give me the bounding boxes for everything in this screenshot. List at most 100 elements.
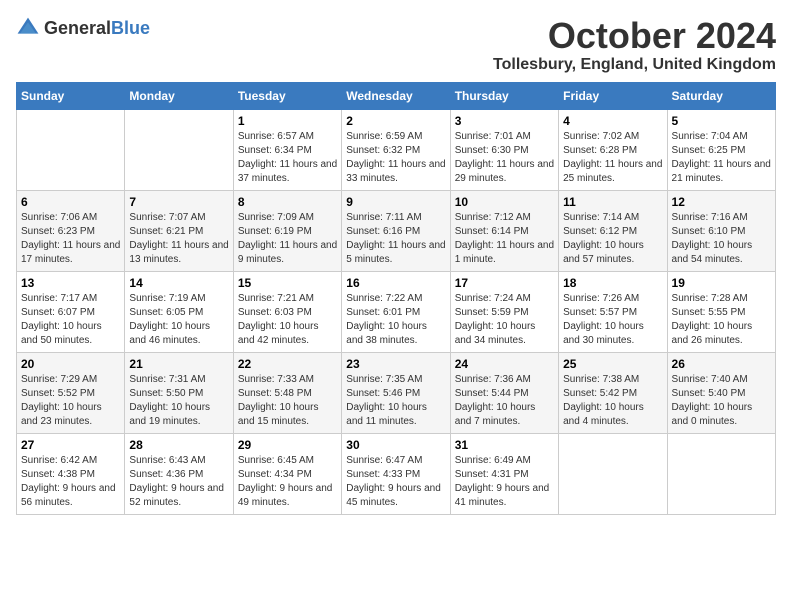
calendar-cell: 3Sunrise: 7:01 AM Sunset: 6:30 PM Daylig… — [450, 109, 558, 190]
calendar-cell — [125, 109, 233, 190]
day-info: Sunrise: 7:40 AM Sunset: 5:40 PM Dayligh… — [672, 373, 771, 429]
day-number: 17 — [455, 276, 554, 290]
calendar-cell: 11 Sunrise: 7:14 AM Sunset: 6:12 PM Dayli… — [559, 190, 667, 271]
calendar-cell: 9 Sunrise: 7:11 AM Sunset: 6:16 PM Daylig… — [342, 190, 450, 271]
day-number: 28 — [129, 438, 228, 452]
day-info: Sunrise: 6:59 AM Sunset: 6:32 PM Dayligh… — [346, 130, 445, 186]
logo-blue-text: Blue — [111, 18, 150, 38]
day-header-thursday: Thursday — [450, 82, 558, 109]
calendar-cell: 25 Sunrise: 7:38 AM Sunset: 5:42 PM Dayli… — [559, 352, 667, 433]
logo-icon — [16, 16, 40, 40]
calendar-cell: 24Sunrise: 7:36 AM Sunset: 5:44 PM Dayli… — [450, 352, 558, 433]
calendar-week-row: 27 Sunrise: 6:42 AM Sunset: 4:38 PM Dayli… — [17, 433, 776, 514]
calendar-week-row: 1Sunrise: 6:57 AM Sunset: 6:34 PM Daylig… — [17, 109, 776, 190]
day-header-saturday: Saturday — [667, 82, 775, 109]
day-number: 19 — [672, 276, 771, 290]
logo-text: GeneralBlue — [44, 18, 150, 39]
day-info: Sunrise: 7:06 AM Sunset: 6:23 PM Dayligh… — [21, 211, 120, 267]
calendar-cell — [559, 433, 667, 514]
calendar-cell: 10 Sunrise: 7:12 AM Sunset: 6:14 PM Dayli… — [450, 190, 558, 271]
day-info: Sunrise: 7:01 AM Sunset: 6:30 PM Dayligh… — [455, 130, 554, 186]
day-number: 2 — [346, 114, 445, 128]
day-number: 18 — [563, 276, 662, 290]
calendar-week-row: 6Sunrise: 7:06 AM Sunset: 6:23 PM Daylig… — [17, 190, 776, 271]
day-number: 31 — [455, 438, 554, 452]
calendar-cell: 19 Sunrise: 7:28 AM Sunset: 5:55 PM Dayli… — [667, 271, 775, 352]
calendar-cell: 22 Sunrise: 7:33 AM Sunset: 5:48 PM Dayli… — [233, 352, 341, 433]
day-number: 26 — [672, 357, 771, 371]
day-number: 24 — [455, 357, 554, 371]
day-number: 9 — [346, 195, 445, 209]
calendar-cell: 29 Sunrise: 6:45 AM Sunset: 4:34 PM Dayli… — [233, 433, 341, 514]
day-number: 21 — [129, 357, 228, 371]
day-number: 23 — [346, 357, 445, 371]
calendar-cell: 26 Sunrise: 7:40 AM Sunset: 5:40 PM Dayli… — [667, 352, 775, 433]
day-number: 30 — [346, 438, 445, 452]
day-info: Sunrise: 7:19 AM Sunset: 6:05 PM Dayligh… — [129, 292, 228, 348]
calendar-week-row: 20 Sunrise: 7:29 AM Sunset: 5:52 PM Dayli… — [17, 352, 776, 433]
day-header-friday: Friday — [559, 82, 667, 109]
day-header-monday: Monday — [125, 82, 233, 109]
day-info: Sunrise: 7:02 AM Sunset: 6:28 PM Dayligh… — [563, 130, 662, 186]
day-number: 8 — [238, 195, 337, 209]
day-info: Sunrise: 7:38 AM Sunset: 5:42 PM Dayligh… — [563, 373, 662, 429]
day-number: 29 — [238, 438, 337, 452]
day-info: Sunrise: 7:33 AM Sunset: 5:48 PM Dayligh… — [238, 373, 337, 429]
calendar-cell: 7 Sunrise: 7:07 AM Sunset: 6:21 PM Daylig… — [125, 190, 233, 271]
day-info: Sunrise: 7:28 AM Sunset: 5:55 PM Dayligh… — [672, 292, 771, 348]
day-info: Sunrise: 7:07 AM Sunset: 6:21 PM Dayligh… — [129, 211, 228, 267]
calendar-cell: 15Sunrise: 7:21 AM Sunset: 6:03 PM Dayli… — [233, 271, 341, 352]
day-info: Sunrise: 7:11 AM Sunset: 6:16 PM Dayligh… — [346, 211, 445, 267]
day-number: 25 — [563, 357, 662, 371]
day-info: Sunrise: 7:24 AM Sunset: 5:59 PM Dayligh… — [455, 292, 554, 348]
day-info: Sunrise: 7:22 AM Sunset: 6:01 PM Dayligh… — [346, 292, 445, 348]
calendar-cell: 21Sunrise: 7:31 AM Sunset: 5:50 PM Dayli… — [125, 352, 233, 433]
day-info: Sunrise: 6:57 AM Sunset: 6:34 PM Dayligh… — [238, 130, 337, 186]
calendar-cell — [667, 433, 775, 514]
day-number: 12 — [672, 195, 771, 209]
day-header-tuesday: Tuesday — [233, 82, 341, 109]
day-number: 22 — [238, 357, 337, 371]
day-number: 11 — [563, 195, 662, 209]
calendar-cell: 27 Sunrise: 6:42 AM Sunset: 4:38 PM Dayli… — [17, 433, 125, 514]
day-info: Sunrise: 7:14 AM Sunset: 6:12 PM Dayligh… — [563, 211, 662, 267]
day-info: Sunrise: 6:47 AM Sunset: 4:33 PM Dayligh… — [346, 454, 445, 510]
day-info: Sunrise: 6:43 AM Sunset: 4:36 PM Dayligh… — [129, 454, 228, 510]
calendar-week-row: 13Sunrise: 7:17 AM Sunset: 6:07 PM Dayli… — [17, 271, 776, 352]
calendar-cell: 30 Sunrise: 6:47 AM Sunset: 4:33 PM Dayli… — [342, 433, 450, 514]
calendar-cell: 1Sunrise: 6:57 AM Sunset: 6:34 PM Daylig… — [233, 109, 341, 190]
day-info: Sunrise: 7:16 AM Sunset: 6:10 PM Dayligh… — [672, 211, 771, 267]
calendar-header-row: SundayMondayTuesdayWednesdayThursdayFrid… — [17, 82, 776, 109]
calendar-cell: 12 Sunrise: 7:16 AM Sunset: 6:10 PM Dayli… — [667, 190, 775, 271]
calendar-cell: 16Sunrise: 7:22 AM Sunset: 6:01 PM Dayli… — [342, 271, 450, 352]
day-info: Sunrise: 6:42 AM Sunset: 4:38 PM Dayligh… — [21, 454, 120, 510]
page-header: GeneralBlue October 2024 Tollesbury, Eng… — [16, 16, 776, 74]
calendar-cell: 23Sunrise: 7:35 AM Sunset: 5:46 PM Dayli… — [342, 352, 450, 433]
calendar-cell: 18 Sunrise: 7:26 AM Sunset: 5:57 PM Dayli… — [559, 271, 667, 352]
calendar-table: SundayMondayTuesdayWednesdayThursdayFrid… — [16, 82, 776, 515]
day-header-sunday: Sunday — [17, 82, 125, 109]
calendar-cell: 6Sunrise: 7:06 AM Sunset: 6:23 PM Daylig… — [17, 190, 125, 271]
day-number: 10 — [455, 195, 554, 209]
day-number: 20 — [21, 357, 120, 371]
day-info: Sunrise: 7:26 AM Sunset: 5:57 PM Dayligh… — [563, 292, 662, 348]
logo-general: General — [44, 18, 111, 38]
day-number: 7 — [129, 195, 228, 209]
calendar-cell: 20 Sunrise: 7:29 AM Sunset: 5:52 PM Dayli… — [17, 352, 125, 433]
title-block: October 2024 Tollesbury, England, United… — [493, 16, 776, 74]
day-number: 27 — [21, 438, 120, 452]
day-info: Sunrise: 6:45 AM Sunset: 4:34 PM Dayligh… — [238, 454, 337, 510]
calendar-cell: 28 Sunrise: 6:43 AM Sunset: 4:36 PM Dayli… — [125, 433, 233, 514]
day-info: Sunrise: 7:29 AM Sunset: 5:52 PM Dayligh… — [21, 373, 120, 429]
calendar-cell: 4Sunrise: 7:02 AM Sunset: 6:28 PM Daylig… — [559, 109, 667, 190]
calendar-cell: 17 Sunrise: 7:24 AM Sunset: 5:59 PM Dayli… — [450, 271, 558, 352]
calendar-cell: 13Sunrise: 7:17 AM Sunset: 6:07 PM Dayli… — [17, 271, 125, 352]
day-info: Sunrise: 7:17 AM Sunset: 6:07 PM Dayligh… — [21, 292, 120, 348]
day-info: Sunrise: 6:49 AM Sunset: 4:31 PM Dayligh… — [455, 454, 554, 510]
day-header-wednesday: Wednesday — [342, 82, 450, 109]
calendar-cell: 8Sunrise: 7:09 AM Sunset: 6:19 PM Daylig… — [233, 190, 341, 271]
calendar-cell: 31 Sunrise: 6:49 AM Sunset: 4:31 PM Dayli… — [450, 433, 558, 514]
day-info: Sunrise: 7:21 AM Sunset: 6:03 PM Dayligh… — [238, 292, 337, 348]
calendar-cell: 5Sunrise: 7:04 AM Sunset: 6:25 PM Daylig… — [667, 109, 775, 190]
day-info: Sunrise: 7:12 AM Sunset: 6:14 PM Dayligh… — [455, 211, 554, 267]
